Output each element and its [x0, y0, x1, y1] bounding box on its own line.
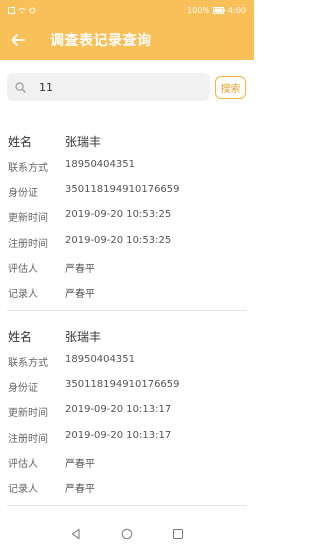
field-label: 评估人	[8, 264, 38, 275]
settings-icon	[29, 7, 36, 13]
battery-icon	[213, 6, 226, 14]
record-card[interactable]: 姓名 张瑞丰 联系方式 18950404351 身份证 350118194910…	[0, 116, 254, 311]
record-field: 联系方式 18950404351	[8, 159, 135, 174]
record-field: 更新时间 2019-09-20 10:13:17	[8, 404, 171, 419]
field-label: 记录人	[8, 484, 38, 495]
field-label: 身份证	[8, 188, 38, 199]
field-label: 更新时间	[8, 213, 48, 224]
search-button[interactable]: 搜索	[215, 76, 246, 99]
field-label: 注册时间	[8, 239, 48, 250]
field-value: 350118194910176659	[65, 379, 180, 390]
record-list: 姓名 张瑞丰 联系方式 18950404351 身份证 350118194910…	[0, 116, 254, 506]
record-field: 评估人 严春平	[8, 455, 95, 470]
home-circle-icon	[121, 528, 133, 540]
field-value: 350118194910176659	[65, 184, 180, 195]
search-row: 搜索	[0, 60, 254, 116]
recents-square-icon	[173, 529, 184, 539]
field-value: 张瑞丰	[65, 135, 102, 149]
search-icon	[14, 81, 26, 93]
record-field: 注册时间 2019-09-20 10:13:17	[8, 430, 171, 445]
back-triangle-icon	[71, 528, 80, 540]
status-bar: 100% 4:00	[0, 0, 254, 20]
record-field: 评估人 严春平	[8, 260, 95, 275]
system-nav-bar	[0, 518, 254, 550]
field-value: 严春平	[65, 289, 95, 300]
field-value: 严春平	[65, 459, 95, 470]
field-label: 姓名	[8, 330, 33, 344]
field-label: 联系方式	[8, 358, 48, 369]
status-left	[8, 6, 36, 14]
field-label: 姓名	[8, 135, 33, 149]
record-field: 更新时间 2019-09-20 10:53:25	[8, 209, 171, 224]
app-bar: 调查表记录查询	[0, 20, 254, 60]
search-input[interactable]	[39, 80, 189, 94]
battery-percent: 100%	[187, 5, 211, 15]
field-value: 严春平	[65, 484, 95, 495]
record-field: 姓名 张瑞丰	[8, 133, 101, 150]
record-field: 身份证 350118194910176659	[8, 379, 180, 394]
field-value: 严春平	[65, 264, 95, 275]
field-label: 评估人	[8, 459, 38, 470]
divider	[7, 505, 247, 506]
nav-home-button[interactable]	[120, 527, 134, 541]
field-label: 联系方式	[8, 163, 48, 174]
clock: 4:00	[228, 5, 246, 15]
field-label: 记录人	[8, 289, 38, 300]
notification-icon	[8, 6, 15, 14]
field-value: 18950404351	[65, 159, 135, 170]
field-value: 2019-09-20 10:13:17	[65, 404, 172, 415]
search-box[interactable]	[7, 73, 210, 101]
field-value: 2019-09-20 10:13:17	[65, 430, 172, 441]
record-field: 身份证 350118194910176659	[8, 184, 180, 199]
record-card[interactable]: 姓名 张瑞丰 联系方式 18950404351 身份证 350118194910…	[0, 311, 254, 506]
record-field: 记录人 严春平	[8, 480, 95, 495]
field-value: 张瑞丰	[65, 330, 102, 344]
record-field: 注册时间 2019-09-20 10:53:25	[8, 235, 171, 250]
field-label: 身份证	[8, 383, 38, 394]
nav-back-button[interactable]	[69, 527, 83, 541]
back-button[interactable]	[0, 20, 36, 60]
record-field: 记录人 严春平	[8, 285, 95, 300]
record-field: 姓名 张瑞丰	[8, 328, 101, 345]
field-label: 注册时间	[8, 434, 48, 445]
arrow-left-icon	[11, 34, 25, 46]
field-label: 更新时间	[8, 408, 48, 419]
page-title: 调查表记录查询	[50, 33, 152, 49]
nav-recents-button[interactable]	[171, 527, 185, 541]
wifi-icon	[18, 7, 26, 13]
field-value: 2019-09-20 10:53:25	[65, 209, 172, 220]
status-right: 100% 4:00	[187, 6, 246, 15]
field-value: 2019-09-20 10:53:25	[65, 235, 172, 246]
field-value: 18950404351	[65, 354, 135, 365]
record-field: 联系方式 18950404351	[8, 354, 135, 369]
